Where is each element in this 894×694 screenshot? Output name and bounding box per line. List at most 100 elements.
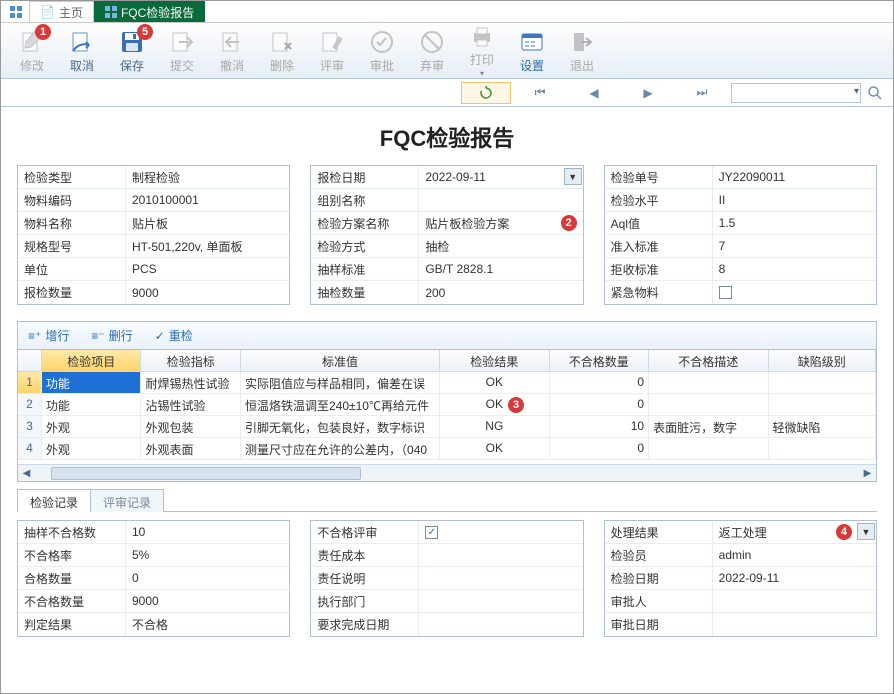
cell-level[interactable] — [769, 394, 877, 415]
table-row[interactable]: 4外观外观表面测量尺寸应在允许的公差内，（040OK0 — [18, 438, 876, 460]
cell-badqty[interactable]: 0 — [550, 394, 650, 415]
header-std[interactable]: 标准值 — [241, 350, 440, 371]
aql-value[interactable]: 1.5 — [713, 212, 876, 234]
good-qty-value[interactable]: 0 — [126, 567, 289, 589]
del-row-button[interactable]: ≡⁻删行 — [91, 327, 132, 344]
refresh-button[interactable] — [461, 82, 511, 104]
cell-item[interactable]: 外观 — [42, 416, 142, 437]
header-level[interactable]: 缺陷级别 — [769, 350, 877, 371]
discard-button[interactable]: 弃审 — [407, 25, 457, 76]
reject-value[interactable]: 8 — [713, 258, 876, 280]
header-rownum[interactable] — [18, 350, 42, 371]
cell-std[interactable]: 引脚无氧化，包装良好，数字标识 — [241, 416, 440, 437]
recheck-button[interactable]: ✓重检 — [155, 327, 193, 344]
order-value[interactable]: JY22090011 — [713, 166, 876, 188]
submit-button[interactable]: 提交 — [157, 25, 207, 76]
prev-page-button[interactable]: ◀ — [569, 82, 619, 104]
header-badqty[interactable]: 不合格数量 — [550, 350, 650, 371]
cell-index[interactable]: 沾锡性试验 — [141, 394, 241, 415]
result-value[interactable]: 返工处理4▼ — [713, 521, 876, 543]
qty-value[interactable]: 9000 — [126, 281, 289, 304]
approve-date-value[interactable] — [713, 613, 876, 636]
cell-level[interactable]: 轻微缺陷 — [769, 416, 877, 437]
scroll-thumb[interactable] — [51, 467, 361, 480]
search-dropdown-icon[interactable]: ▾ — [854, 86, 859, 97]
judge-value[interactable]: 不合格 — [126, 613, 289, 636]
inspect-date-value[interactable]: 2022-09-11 — [713, 567, 876, 589]
review-flag-value[interactable]: ✓ — [419, 521, 582, 543]
first-page-button[interactable]: ⏮ — [515, 82, 565, 104]
delete-button[interactable]: 删除 — [257, 25, 307, 76]
tab-report[interactable]: FQC检验报告 — [94, 1, 205, 22]
bad-rate-value[interactable]: 5% — [126, 544, 289, 566]
cell-item[interactable]: 功能 — [42, 372, 142, 393]
scroll-track[interactable] — [35, 465, 859, 481]
search-input[interactable] — [731, 83, 861, 103]
dept-value[interactable] — [419, 590, 582, 612]
cell-desc[interactable] — [649, 372, 768, 393]
settings-button[interactable]: 设置 — [507, 25, 557, 76]
cost-value[interactable] — [419, 544, 582, 566]
cell-desc[interactable] — [649, 438, 768, 459]
cell-index[interactable]: 外观表面 — [141, 438, 241, 459]
sample-bad-value[interactable]: 10 — [126, 521, 289, 543]
header-desc[interactable]: 不合格描述 — [649, 350, 768, 371]
result-dropdown-icon[interactable]: ▼ — [857, 523, 875, 540]
group-value[interactable] — [419, 189, 582, 211]
review-checkbox[interactable]: ✓ — [425, 526, 438, 539]
cell-std[interactable]: 实际阻值应与样品相同，偏差在误 — [241, 372, 440, 393]
cell-desc[interactable] — [649, 394, 768, 415]
header-item[interactable]: 检验项目 — [42, 350, 142, 371]
sample-qty-value[interactable]: 200 — [419, 281, 582, 304]
cell-result[interactable]: NG — [440, 416, 549, 437]
cell-index[interactable]: 耐焊锡热性试验 — [141, 372, 241, 393]
cell-badqty[interactable]: 0 — [550, 438, 650, 459]
table-row[interactable]: 1功能耐焊锡热性试验实际阻值应与样品相同，偏差在误OK0 — [18, 372, 876, 394]
unit-value[interactable]: PCS — [126, 258, 289, 280]
add-row-button[interactable]: ≡⁺增行 — [28, 327, 69, 344]
table-row[interactable]: 3外观外观包装引脚无氧化，包装良好，数字标识NG10表面脏污，数字轻微缺陷 — [18, 416, 876, 438]
cell-badqty[interactable]: 10 — [550, 416, 650, 437]
table-row[interactable]: 2功能沾锡性试验恒温烙铁温调至240±10℃再给元件OK0 — [18, 394, 876, 416]
cell-std[interactable]: 测量尺寸应在允许的公差内，（040 — [241, 438, 440, 459]
explain-value[interactable] — [419, 567, 582, 589]
approve-button[interactable]: 审批 — [357, 25, 407, 76]
scroll-left-icon[interactable]: ◀ — [18, 465, 35, 481]
cell-index[interactable]: 外观包装 — [141, 416, 241, 437]
search-button[interactable] — [865, 83, 885, 103]
accept-value[interactable]: 7 — [713, 235, 876, 257]
urgent-value[interactable] — [713, 281, 876, 304]
cell-result[interactable]: OK — [440, 438, 549, 459]
cell-std[interactable]: 恒温烙铁温调至240±10℃再给元件 — [241, 394, 440, 415]
bad-qty-value[interactable]: 9000 — [126, 590, 289, 612]
inspector-value[interactable]: admin — [713, 544, 876, 566]
print-button[interactable]: 打印▾ — [457, 25, 507, 76]
cell-result[interactable]: OK — [440, 394, 549, 415]
cell-badqty[interactable]: 0 — [550, 372, 650, 393]
header-result[interactable]: 检验结果 — [440, 350, 549, 371]
due-value[interactable] — [419, 613, 582, 636]
scroll-right-icon[interactable]: ▶ — [859, 465, 876, 481]
cell-level[interactable] — [769, 372, 877, 393]
modify-button[interactable]: 1 修改 — [7, 25, 57, 76]
cell-result[interactable]: OK — [440, 372, 549, 393]
revoke-button[interactable]: 撤消 — [207, 25, 257, 76]
cancel-button[interactable]: 取消 — [57, 25, 107, 76]
last-page-button[interactable]: ⏭ — [677, 82, 727, 104]
grid-hscroll[interactable]: ◀ ▶ — [18, 464, 876, 481]
material-name-value[interactable]: 贴片板 — [126, 212, 289, 234]
date-dropdown-icon[interactable]: ▼ — [564, 168, 582, 185]
inspect-type-value[interactable]: 制程检验 — [126, 166, 289, 188]
exit-button[interactable]: 退出 — [557, 25, 607, 76]
approver-value[interactable] — [713, 590, 876, 612]
save-button[interactable]: 5 保存 — [107, 25, 157, 76]
report-date-value[interactable]: 2022-09-11▼ — [419, 166, 582, 188]
tab-review-log[interactable]: 评审记录 — [90, 489, 164, 512]
urgent-checkbox[interactable] — [719, 286, 732, 299]
review-button[interactable]: 评审 — [307, 25, 357, 76]
next-page-button[interactable]: ▶ — [623, 82, 673, 104]
plan-value[interactable]: 贴片板检验方案2 — [419, 212, 582, 234]
tab-home[interactable]: 📄主页 — [29, 1, 94, 22]
level-value[interactable]: II — [713, 189, 876, 211]
material-code-value[interactable]: 2010100001 — [126, 189, 289, 211]
